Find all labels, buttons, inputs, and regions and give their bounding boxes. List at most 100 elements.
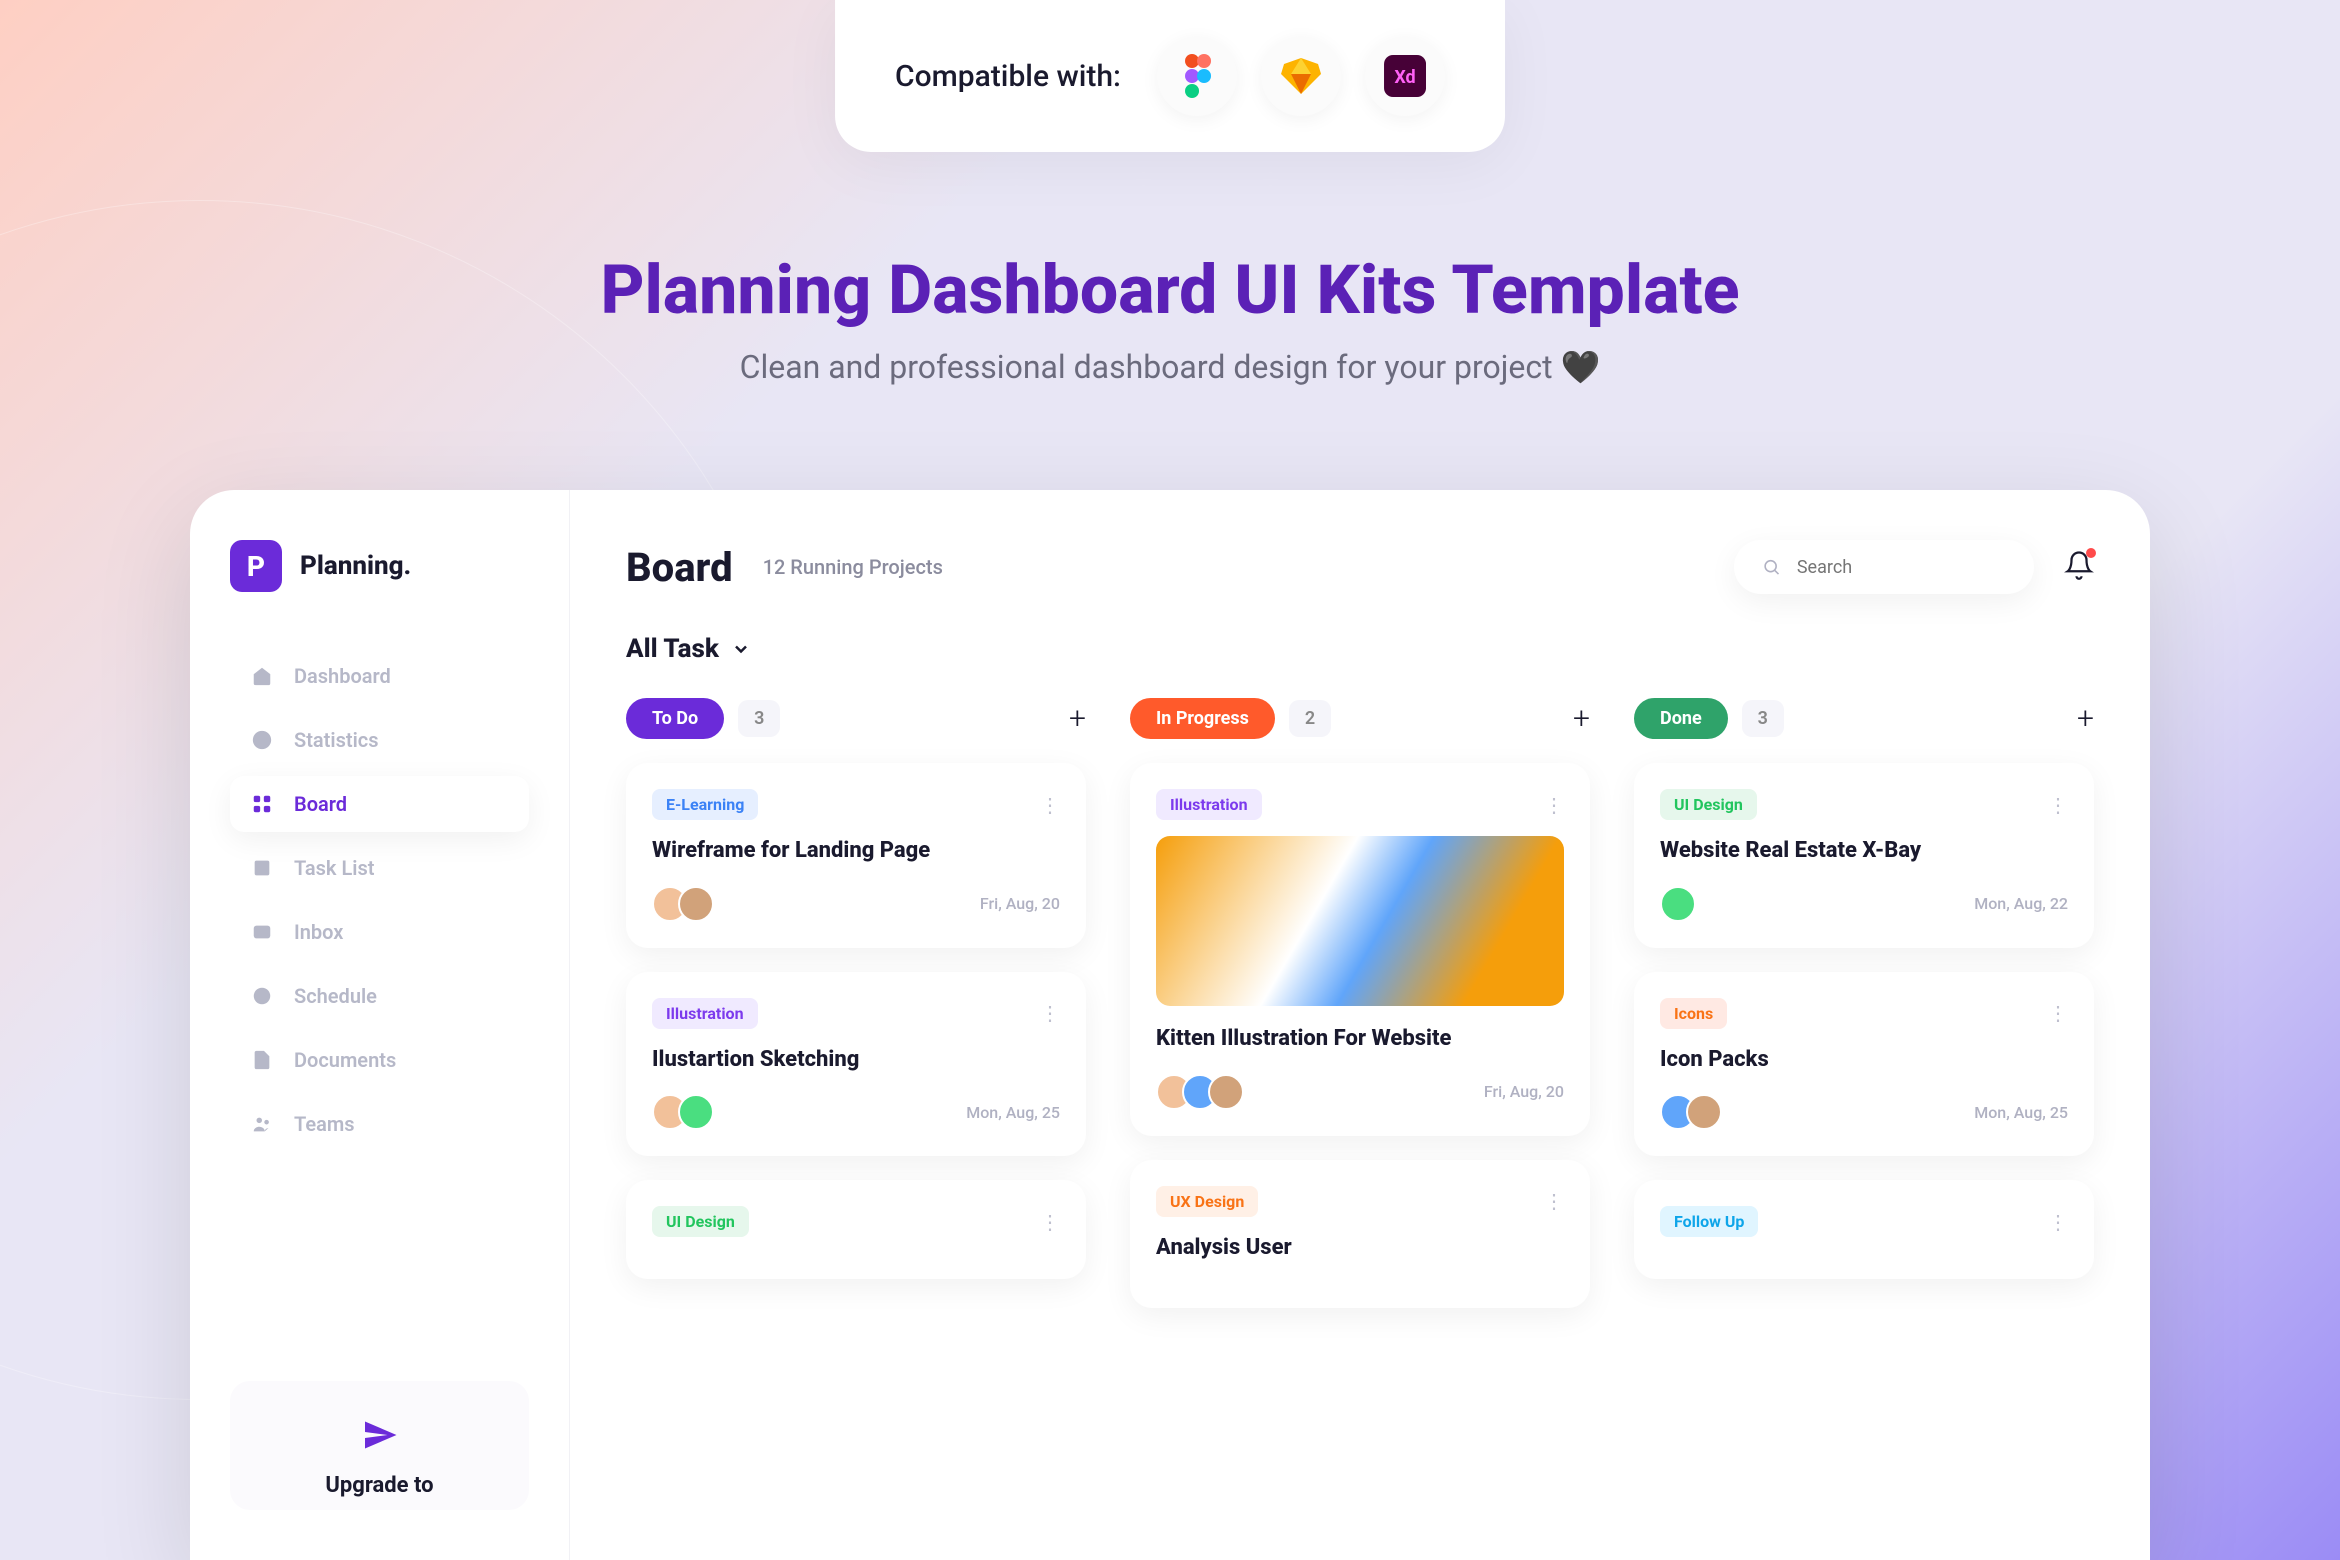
sidebar-item-inbox[interactable]: Inbox [230,904,529,960]
sidebar-item-label: Documents [294,1048,396,1072]
hero-subtitle: Clean and professional dashboard design … [0,348,2340,386]
grid-icon [250,792,274,816]
sidebar-item-label: Task List [294,856,374,880]
sidebar-nav: Dashboard Statistics Board Task List Inbox Sc… [230,648,529,1152]
avatar-group [652,886,714,922]
notification-dot [2086,548,2096,558]
pie-icon [250,728,274,752]
task-card[interactable]: Follow Up ⋮ [1634,1180,2094,1279]
doc-icon [250,1048,274,1072]
avatar-group [1156,1074,1244,1110]
more-icon[interactable]: ⋮ [1040,800,1060,810]
svg-text:Xd: Xd [1394,67,1415,88]
sidebar-item-label: Statistics [294,728,379,752]
card-title: Ilustartion Sketching [652,1045,1060,1075]
compat-label: Compatible with: [895,59,1121,94]
upgrade-text: Upgrade to [254,1473,505,1498]
add-card-button[interactable]: + [1573,701,1590,736]
add-card-button[interactable]: + [1069,701,1086,736]
add-card-button[interactable]: + [2077,701,2094,736]
sidebar-item-dashboard[interactable]: Dashboard [230,648,529,704]
card-date: Fri, Aug, 20 [1484,1082,1564,1101]
more-icon[interactable]: ⋮ [1544,800,1564,810]
task-card[interactable]: Icons⋮Icon PacksMon, Aug, 25 [1634,972,2094,1157]
avatar [678,886,714,922]
more-icon[interactable]: ⋮ [1040,1217,1060,1227]
card-footer: Mon, Aug, 25 [652,1094,1060,1130]
column-done: Done3+UI Design⋮Website Real Estate X-Ba… [1634,698,2094,1308]
card-footer: Fri, Aug, 20 [1156,1074,1564,1110]
home-icon [250,664,274,688]
figma-icon [1157,36,1237,116]
inbox-icon [250,920,274,944]
sidebar: P Planning. DashboardStatisticsBoardTask… [190,490,570,1560]
kanban-columns: To Do3+E-Learning⋮Wireframe for Landing … [626,698,2094,1308]
search-box[interactable] [1734,540,2034,594]
column-count: 3 [1742,700,1784,737]
avatar [1208,1074,1244,1110]
card-footer: Mon, Aug, 25 [1660,1094,2068,1130]
sidebar-item-teams[interactable]: Teams [230,1096,529,1152]
brand-name: Planning. [300,551,411,581]
more-icon[interactable]: ⋮ [1544,1196,1564,1206]
card-title: Kitten Illustration For Website [1156,1024,1564,1054]
task-card[interactable]: UI Design⋮Website Real Estate X-BayMon, … [1634,763,2094,948]
task-card[interactable]: UX Design⋮Analysis User [1130,1160,1590,1309]
upgrade-card[interactable]: Upgrade to [230,1381,529,1510]
card-date: Mon, Aug, 22 [1974,894,2068,913]
filter-dropdown[interactable]: All Task [626,634,2094,664]
filter-label: All Task [626,634,719,664]
task-card[interactable]: Illustration ⋮ Kitten Illustration For Web… [1130,763,1590,1136]
task-card[interactable]: E-Learning ⋮ Wireframe for Landing Page Fri… [626,763,1086,948]
column-in-progress: In Progress2+ Illustration ⋮ Kitten Illustr… [1130,698,1590,1308]
column-pill: In Progress [1130,698,1275,739]
sidebar-item-board[interactable]: Board [230,776,529,832]
paper-plane-icon [254,1417,505,1457]
sidebar-item-task-list[interactable]: Task List [230,840,529,896]
avatar [1686,1094,1722,1130]
sidebar-item-documents[interactable]: Documents [230,1032,529,1088]
team-icon [250,1112,274,1136]
task-card[interactable]: UI Design⋮ [626,1180,1086,1279]
column-pill: Done [1634,698,1728,739]
avatar-group [1660,886,1696,922]
notification-bell[interactable] [2064,550,2094,584]
search-input[interactable] [1797,557,2006,578]
avatar-group [1660,1094,1722,1130]
sidebar-item-statistics[interactable]: Statistics [230,712,529,768]
header: Board 12 Running Projects [626,540,2094,594]
column-pill: To Do [626,698,724,739]
column-header: To Do3+ [626,698,1086,739]
dashboard-window: P Planning. DashboardStatisticsBoardTask… [190,490,2150,1560]
card-tag: Follow Up [1660,1206,1758,1237]
card-tag: UI Design [1660,789,1757,820]
chevron-down-icon [731,639,751,659]
card-footer: Mon, Aug, 22 [1660,886,2068,922]
column-header: Done 3 + [1634,698,2094,739]
page-subtitle: 12 Running Projects [763,555,943,579]
page-title: Board [626,544,733,591]
sidebar-item-label: Inbox [294,920,343,944]
main-content: Board 12 Running Projects All Task To Do… [570,490,2150,1560]
more-icon[interactable]: ⋮ [2048,1217,2068,1227]
list-icon [250,856,274,880]
task-card[interactable]: Illustration⋮Ilustartion SketchingMon, A… [626,972,1086,1157]
sidebar-item-schedule[interactable]: Schedule [230,968,529,1024]
xd-icon: Xd [1365,36,1445,116]
card-date: Fri, Aug, 20 [980,894,1060,913]
card-title: Wireframe for Landing Page [652,836,1060,866]
column-header: In Progress2+ [1130,698,1590,739]
more-icon[interactable]: ⋮ [2048,1008,2068,1018]
card-tag: Icons [1660,998,1727,1029]
more-icon[interactable]: ⋮ [2048,800,2068,810]
card-tag: UX Design [1156,1186,1258,1217]
more-icon[interactable]: ⋮ [1040,1008,1060,1018]
card-tag: Illustration [1156,789,1262,820]
sketch-icon [1261,36,1341,116]
avatar [1660,886,1696,922]
column-to-do: To Do3+ E-Learning ⋮ Wireframe for Landing … [626,698,1086,1308]
sidebar-item-label: Board [294,792,347,816]
card-tag: E-Learning [652,789,758,820]
hero-title: Planning Dashboard UI Kits Template [0,250,2340,330]
search-icon [1762,556,1781,578]
